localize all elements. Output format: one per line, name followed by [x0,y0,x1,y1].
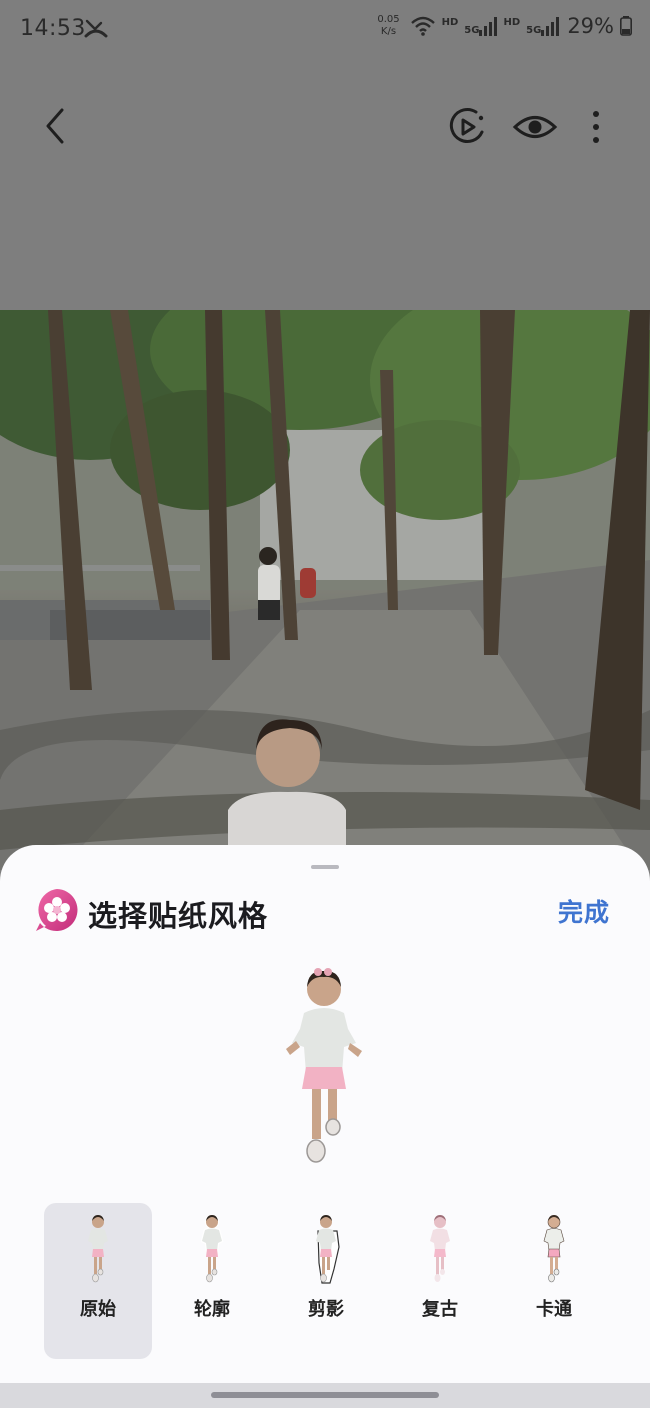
sheet-title: 选择贴纸风格 [88,899,269,933]
wifi-icon [410,16,435,36]
status-time: 14:53 [20,16,86,41]
signal-5g-icon: 5G [464,16,498,36]
style-option-original[interactable]: 原始 [44,1203,152,1359]
style-label-silhouette: 剪影 [308,1299,344,1320]
missed-call-icon [84,19,108,38]
sheet-drag-handle[interactable] [311,865,339,869]
style-thumb-cartoon [543,1215,565,1283]
status-bar: 14:53 0.05 K/s HD 5G HD 5G 29% [0,0,650,62]
motion-photo-icon[interactable] [446,106,488,148]
style-options: 原始 轮廓 剪影 复古 卡通 [44,1203,610,1359]
more-vert-icon[interactable] [582,106,610,148]
style-label-cartoon: 卡通 [536,1299,572,1320]
style-thumb-silhouette [316,1215,340,1284]
style-label-outline: 轮廓 [194,1299,230,1320]
style-thumb-original [88,1215,108,1283]
back-icon[interactable] [36,104,76,148]
style-option-cartoon[interactable]: 卡通 [500,1203,608,1359]
hd-badge-2: HD [503,16,521,28]
network-speed: 0.05 K/s [377,14,400,37]
sticker-flower-icon [36,889,78,931]
navigation-bar [0,1383,650,1408]
done-button[interactable]: 完成 [558,893,610,929]
battery-percent: 29% [567,14,614,38]
photo-scene-image [0,310,650,870]
home-gesture-pill[interactable] [211,1392,439,1398]
signal-5g-icon-2: 5G [526,16,560,36]
style-label-original: 原始 [80,1299,116,1320]
style-thumb-retro [430,1215,450,1282]
style-option-outline[interactable]: 轮廓 [158,1203,266,1359]
sticker-preview-image [286,968,362,1163]
style-label-retro: 复古 [422,1299,458,1320]
style-thumb-outline [200,1214,224,1283]
eye-icon[interactable] [512,108,558,146]
photo-preview [0,310,650,870]
battery-icon [620,16,632,36]
style-option-silhouette[interactable]: 剪影 [272,1203,380,1359]
app-bar [0,90,650,166]
hd-badge: HD [441,16,459,28]
style-option-retro[interactable]: 复古 [386,1203,494,1359]
sticker-style-sheet: 选择贴纸风格 完成 原始 轮廓 剪影 复古 卡通 [0,845,650,1383]
